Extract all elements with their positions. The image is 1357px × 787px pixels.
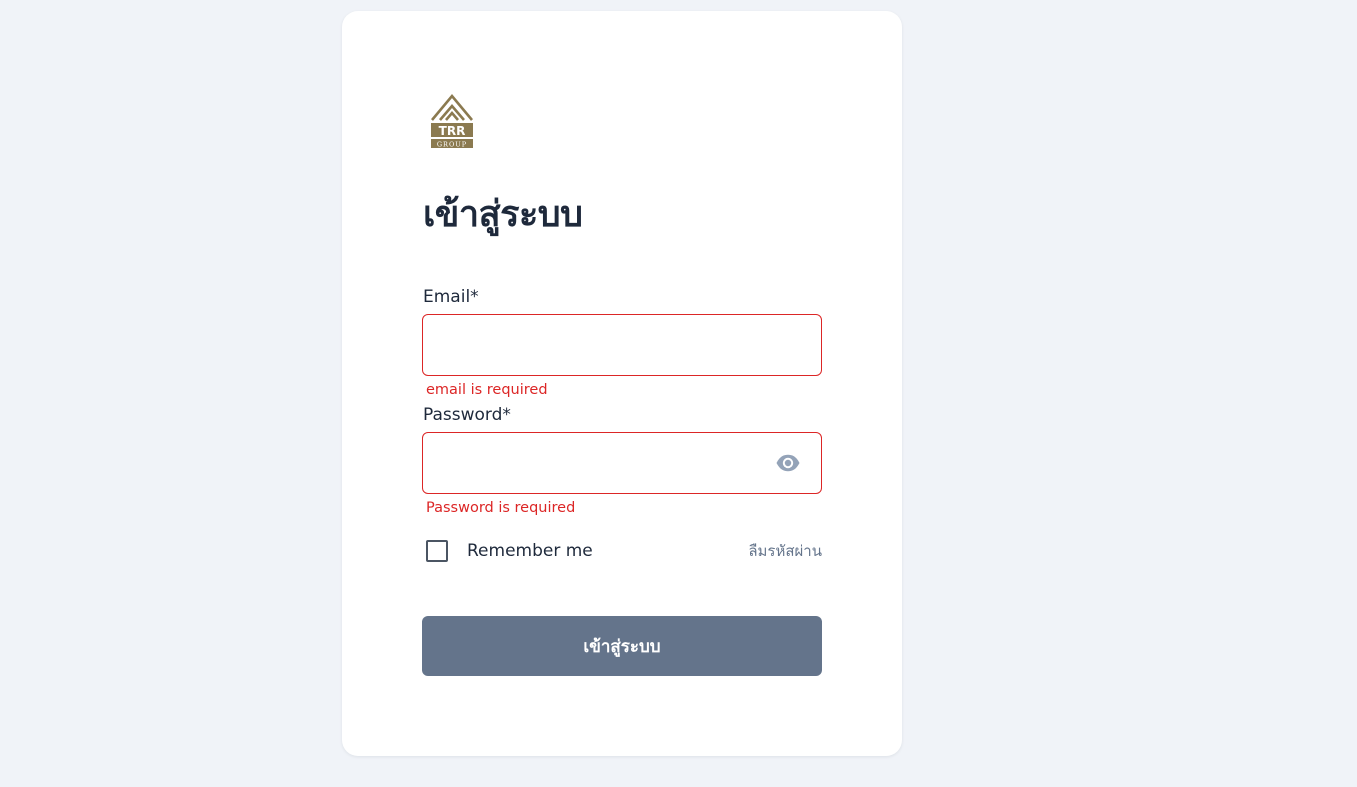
- remember-checkbox[interactable]: [426, 540, 448, 562]
- login-card: TRR GROUP เข้าสู่ระบบ Email* email is re…: [342, 11, 902, 756]
- login-button[interactable]: เข้าสู่ระบบ: [422, 616, 822, 676]
- email-field[interactable]: [422, 314, 822, 376]
- svg-text:TRR: TRR: [439, 124, 466, 138]
- remember-label: Remember me: [467, 541, 593, 561]
- eye-icon[interactable]: [775, 452, 801, 474]
- forgot-password-link[interactable]: ลืมรหัสผ่าน: [748, 541, 822, 561]
- company-logo: TRR GROUP: [429, 93, 475, 149]
- password-error: Password is required: [426, 500, 576, 516]
- page-title: เข้าสู่ระบบ: [423, 194, 583, 235]
- svg-text:GROUP: GROUP: [437, 141, 467, 149]
- password-label: Password*: [423, 405, 511, 425]
- email-error: email is required: [426, 382, 548, 398]
- email-label: Email*: [423, 287, 479, 307]
- password-field[interactable]: [422, 432, 822, 494]
